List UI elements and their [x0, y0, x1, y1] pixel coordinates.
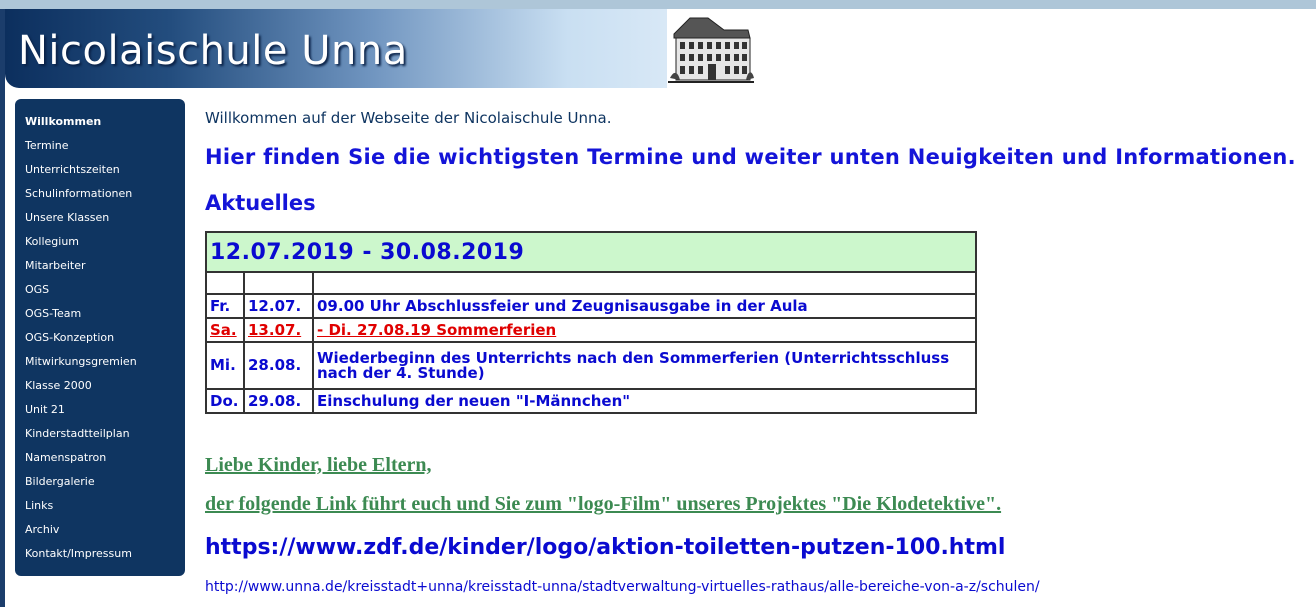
site-title: Nicolaischule Unna: [18, 28, 408, 74]
section-heading-aktuelles: Aktuelles: [205, 191, 316, 215]
sidebar-item-klasse-2000[interactable]: Klasse 2000: [15, 374, 185, 398]
event-text: Einschulung der neuen "I-Männchen": [312, 388, 977, 414]
info-text: der folgende Link führt euch und Sie zum…: [205, 493, 1002, 515]
event-text: 09.00 Uhr Abschlussfeier und Zeugnisausg…: [312, 293, 977, 319]
sidebar-nav: Willkommen Termine Unterrichtszeiten Sch…: [15, 99, 185, 576]
school-building-logo: [668, 17, 754, 83]
event-date: 13.07.: [243, 317, 314, 343]
sidebar-item-kontakt-impressum[interactable]: Kontakt/Impressum: [15, 542, 185, 566]
sidebar-item-kollegium[interactable]: Kollegium: [15, 230, 185, 254]
sidebar-item-kinderstadtteilplan[interactable]: Kinderstadtteilplan: [15, 422, 185, 446]
events-range-row: 12.07.2019 - 30.08.2019: [205, 231, 977, 273]
intro-headline: Hier finden Sie die wichtigsten Termine …: [205, 145, 1296, 169]
sidebar-item-archiv[interactable]: Archiv: [15, 518, 185, 542]
event-date: 28.08.: [243, 341, 314, 390]
sidebar-item-schulinformationen[interactable]: Schulinformationen: [15, 182, 185, 206]
event-text: Wiederbeginn des Unterrichts nach den So…: [312, 341, 977, 390]
event-day: Fr.: [205, 293, 245, 319]
sidebar-item-unit-21[interactable]: Unit 21: [15, 398, 185, 422]
sidebar-item-ogs-konzeption[interactable]: OGS-Konzeption: [15, 326, 185, 350]
sidebar-item-ogs-team[interactable]: OGS-Team: [15, 302, 185, 326]
sidebar-item-mitarbeiter[interactable]: Mitarbeiter: [15, 254, 185, 278]
zdf-logo-link[interactable]: https://www.zdf.de/kinder/logo/aktion-to…: [205, 535, 1005, 560]
top-strip: [0, 0, 1316, 9]
table-row: Fr. 12.07. 09.00 Uhr Abschlussfeier und …: [205, 293, 977, 319]
welcome-text: Willkommen auf der Webseite der Nicolais…: [205, 109, 612, 127]
unna-schools-link[interactable]: http://www.unna.de/kreisstadt+unna/kreis…: [205, 579, 1040, 595]
sidebar-item-links[interactable]: Links: [15, 494, 185, 518]
sidebar-item-namenspatron[interactable]: Namenspatron: [15, 446, 185, 470]
site-header: Nicolaischule Unna: [5, 9, 667, 88]
event-day: Sa.: [205, 317, 245, 343]
event-day: Do.: [205, 388, 245, 414]
events-date-range: 12.07.2019 - 30.08.2019: [205, 231, 977, 273]
greeting-text: Liebe Kinder, liebe Eltern,: [205, 454, 432, 476]
left-edge-bar: [0, 9, 5, 607]
sidebar-item-mitwirkungsgremien[interactable]: Mitwirkungsgremien: [15, 350, 185, 374]
sidebar-item-unterrichtszeiten[interactable]: Unterrichtszeiten: [15, 158, 185, 182]
table-row: Sa. 13.07. - Di. 27.08.19 Sommerferien: [205, 317, 977, 343]
events-spacer-row: [205, 271, 977, 295]
sidebar-item-termine[interactable]: Termine: [15, 134, 185, 158]
sidebar-item-ogs[interactable]: OGS: [15, 278, 185, 302]
sidebar-item-unsere-klassen[interactable]: Unsere Klassen: [15, 206, 185, 230]
table-row: Do. 29.08. Einschulung der neuen "I-Männ…: [205, 388, 977, 414]
event-day: Mi.: [205, 341, 245, 390]
sidebar-item-willkommen[interactable]: Willkommen: [15, 110, 185, 134]
table-row: Mi. 28.08. Wiederbeginn des Unterrichts …: [205, 341, 977, 390]
sidebar-item-bildergalerie[interactable]: Bildergalerie: [15, 470, 185, 494]
event-date: 29.08.: [243, 388, 314, 414]
event-text: - Di. 27.08.19 Sommerferien: [312, 317, 977, 343]
events-table: 12.07.2019 - 30.08.2019 Fr. 12.07. 09.00…: [205, 231, 977, 414]
event-date: 12.07.: [243, 293, 314, 319]
